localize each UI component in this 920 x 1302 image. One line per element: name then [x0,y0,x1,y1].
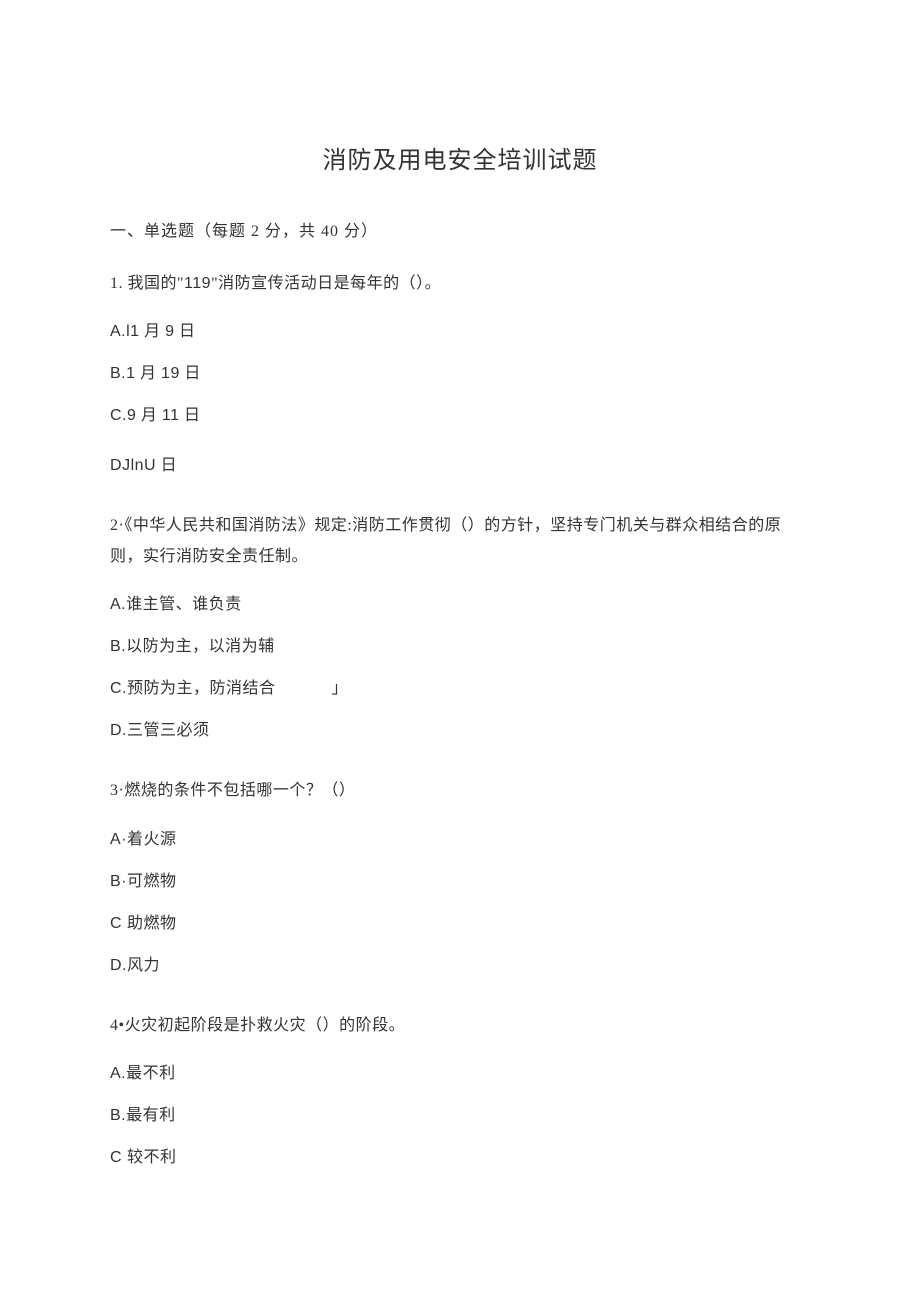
q1-stem-suffix: 消防宣传活动日是每年的（）。 [218,275,441,292]
question-4-stem: 4•火灾初起阶段是扑救火灾（）的阶段。 [110,1011,810,1041]
question-3-stem: 3·燃烧的条件不包括哪一个？（） [110,776,810,806]
option-letter: A. [110,323,126,340]
q4-option-a: A.最不利 [110,1059,810,1083]
option-cn: 月 [140,323,166,340]
option-cn2: 日 [175,323,196,340]
page-title: 消防及用电安全培训试题 [110,140,810,175]
option-letter: D. [110,722,127,739]
q3-option-c: C 助燃物 [110,909,810,933]
option-letter: D. [110,957,127,974]
q3-option-a: A·着火源 [110,825,810,849]
question-4: 4•火灾初起阶段是扑救火灾（）的阶段。 A.最不利 B.最有利 C 较不利 [110,1011,810,1167]
option-letter: C [110,915,127,932]
option-num: 9 [165,323,174,340]
q1-option-d: DJlnU 日 [110,451,810,475]
q3-option-b: B·可燃物 [110,867,810,891]
question-3: 3·燃烧的条件不包括哪一个？（） A·着火源 B·可燃物 C 助燃物 D.风力 [110,776,810,974]
option-num: 11 [162,407,180,424]
option-text: 可燃物 [127,873,177,890]
option-cn: 月 [136,407,162,424]
option-text: 风力 [127,957,160,974]
option-cn: 月 [136,365,162,382]
option-text: 三管三必须 [127,722,210,739]
option-letter: B· [110,873,127,890]
option-text: 最有利 [126,1107,176,1124]
option-letter: A. [110,596,126,613]
question-2: 2·《中华人民共和国消防法》规定:消防工作贯彻（）的方针，坚持专门机关与群众相结… [110,511,810,740]
q2-option-a: A.谁主管、谁负责 [110,590,810,614]
q2-option-b: B.以防为主，以消为辅 [110,632,810,656]
q1-option-b: B.1 月 19 日 [110,359,810,383]
option-cn2: 日 [180,407,201,424]
option-num: 19 [161,365,180,382]
question-1: 1. 我国的"119"消防宣传活动日是每年的（）。 A.l1 月 9 日 B.1… [110,269,810,475]
option-text: 预防为主，防消结合 [127,680,276,697]
option-letter: A. [110,1065,126,1082]
option-cn: 日 [156,457,177,474]
option-letter: C [110,1149,127,1166]
bracket-mark: 」 [332,674,349,698]
q2-option-d: D.三管三必须 [110,716,810,740]
option-letter: B. [110,365,126,382]
question-2-stem: 2·《中华人民共和国消防法》规定:消防工作贯彻（）的方针，坚持专门机关与群众相结… [110,511,810,572]
option-letter: D [110,457,122,474]
q1-119: 119 [184,275,211,292]
option-text: 助燃物 [127,915,177,932]
option-letter: B. [110,1107,126,1124]
q4-option-b: B.最有利 [110,1101,810,1125]
option-letter: A· [110,831,127,848]
q1-stem-prefix: 1. 我国的 [110,275,177,292]
option-cn2: 日 [180,365,201,382]
option-text: 9 [127,407,136,424]
option-text: 最不利 [126,1065,176,1082]
option-text: 着火源 [127,831,177,848]
option-text: 以防为主，以消为辅 [126,638,275,655]
option-letter: C. [110,407,127,424]
option-letter: C. [110,680,127,697]
q4-option-c: C 较不利 [110,1143,810,1167]
option-text: JlnU [122,457,156,474]
q1-quote-open: " [177,275,184,292]
option-text: 谁主管、谁负责 [126,596,242,613]
option-text: 较不利 [127,1149,177,1166]
option-text: 1 [126,365,135,382]
q1-option-a: A.l1 月 9 日 [110,317,810,341]
q3-option-d: D.风力 [110,951,810,975]
q1-option-c: C.9 月 11 日 [110,401,810,425]
option-letter: B. [110,638,126,655]
question-1-stem: 1. 我国的"119"消防宣传活动日是每年的（）。 [110,269,810,299]
option-text: l1 [126,323,139,340]
q2-option-c: C.预防为主，防消结合 」 [110,674,810,698]
section-header: 一、单选题（每题 2 分，共 40 分） [110,217,810,241]
